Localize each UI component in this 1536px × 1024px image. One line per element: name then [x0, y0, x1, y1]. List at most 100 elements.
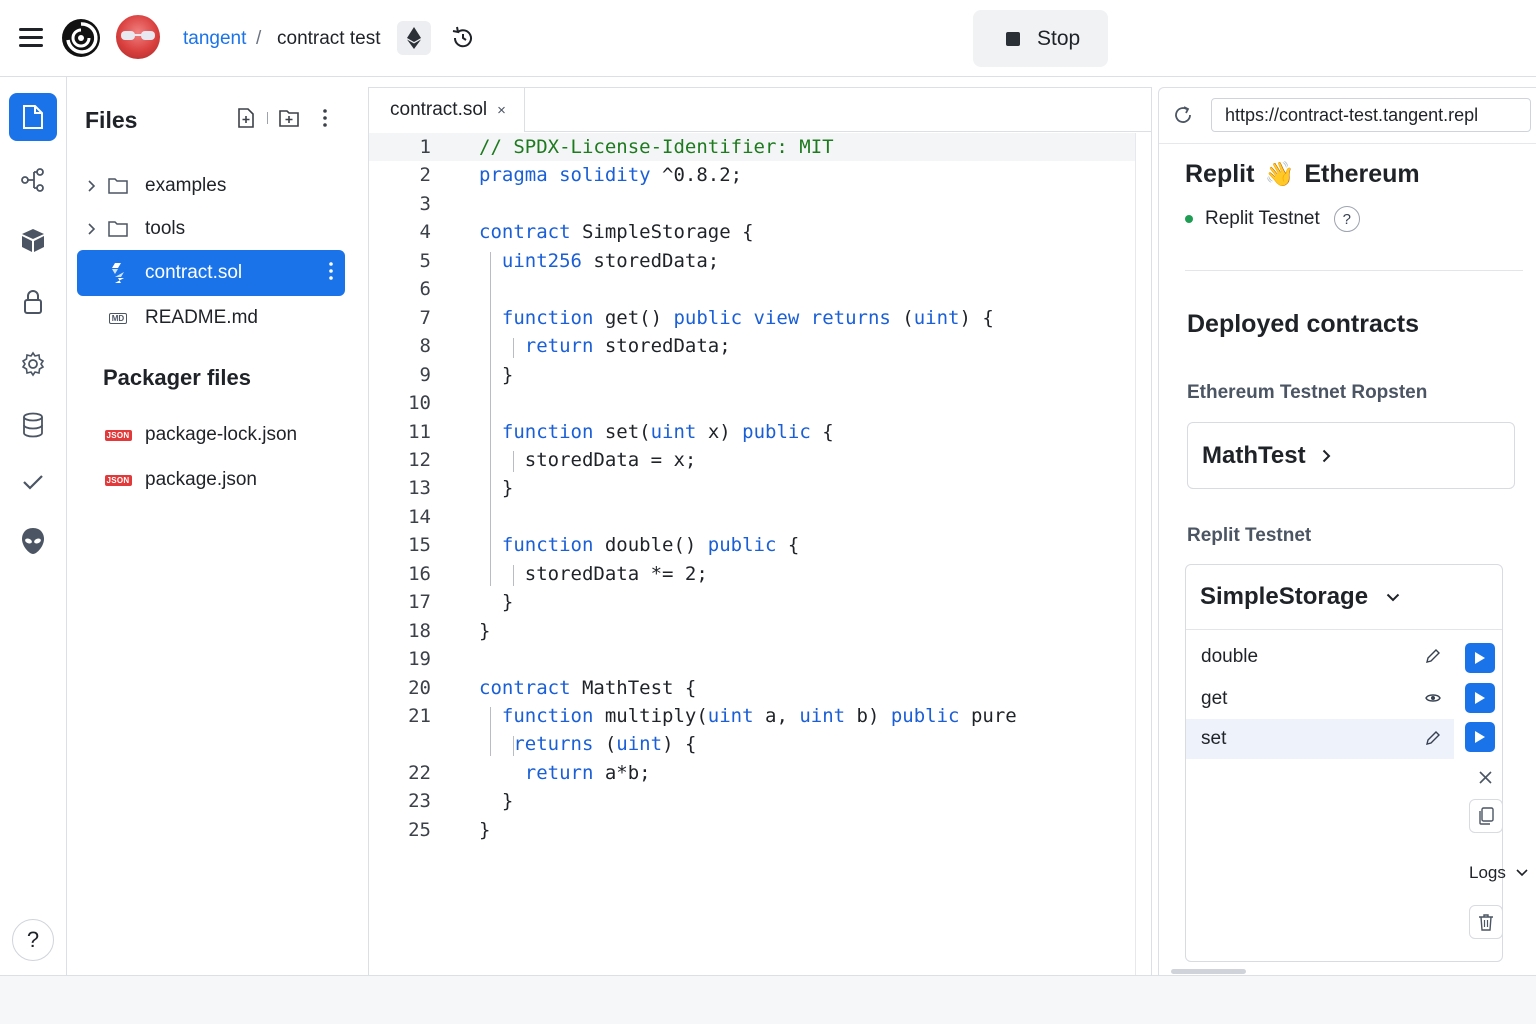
logs-toggle[interactable]: Logs	[1469, 863, 1528, 883]
code-line[interactable]: 10	[369, 389, 1135, 417]
tree-item-package-lock[interactable]: JSON package-lock.json	[77, 413, 345, 457]
run-double-button[interactable]	[1465, 643, 1495, 673]
code-line[interactable]: 7 function get() public view returns (ui…	[369, 304, 1135, 332]
close-icon[interactable]: ×	[497, 102, 506, 119]
tree-item-package-json[interactable]: JSON package.json	[77, 458, 345, 502]
code-line[interactable]: 6	[369, 275, 1135, 303]
rail-git-button[interactable]	[9, 156, 57, 204]
code-line[interactable]: 9 }	[369, 361, 1135, 389]
help-button[interactable]: ?	[12, 919, 54, 961]
pencil-icon[interactable]	[1425, 730, 1441, 746]
code-line[interactable]: 15 function double() public {	[369, 531, 1135, 559]
breadcrumb-project[interactable]: contract test	[277, 28, 381, 50]
chevron-right-icon	[1322, 449, 1330, 462]
tab-contract-sol[interactable]: contract.sol ×	[369, 88, 525, 132]
code-line[interactable]: 18}	[369, 617, 1135, 645]
pencil-icon[interactable]	[1425, 648, 1441, 664]
code-line[interactable]: 11 function set(uint x) public {	[369, 418, 1135, 446]
tree-item-contract-sol[interactable]: contract.sol	[77, 250, 345, 296]
new-folder-icon	[279, 110, 299, 127]
code-line[interactable]: 13 }	[369, 474, 1135, 502]
breadcrumb-user-link[interactable]: tangent	[183, 28, 246, 50]
editor-scrollbar[interactable]	[1135, 133, 1136, 976]
stop-button[interactable]: Stop	[973, 10, 1108, 67]
copy-button[interactable]	[1469, 799, 1503, 833]
code-token: storedData;	[581, 249, 720, 272]
ethereum-panel: https://contract-test.tangent.repl Repli…	[1158, 87, 1536, 975]
line-number: 19	[408, 648, 431, 671]
contract-card-mathtest[interactable]: MathTest	[1187, 422, 1515, 489]
menu-icon[interactable]	[19, 28, 43, 48]
rail-database-button[interactable]	[9, 401, 57, 449]
url-bar[interactable]: https://contract-test.tangent.repl	[1211, 98, 1531, 132]
refresh-icon[interactable]	[1172, 104, 1194, 126]
code-token: contract	[479, 676, 571, 699]
clear-logs-button[interactable]	[1469, 905, 1503, 939]
rail-settings-button[interactable]	[9, 340, 57, 388]
files-more-button[interactable]	[314, 107, 336, 129]
play-icon	[1475, 692, 1485, 704]
new-file-button[interactable]	[235, 107, 257, 129]
function-row-get[interactable]: get	[1186, 679, 1454, 719]
code-line[interactable]: 2 pragma solidity ^0.8.2;	[369, 161, 1135, 189]
indent-guide	[513, 337, 515, 358]
indent-guide	[513, 565, 515, 586]
eye-icon[interactable]	[1425, 690, 1441, 706]
function-row-double[interactable]: double	[1186, 637, 1454, 677]
panel-divider	[1159, 143, 1536, 144]
help-icon[interactable]: ?	[1333, 206, 1360, 232]
code-line[interactable]: 3	[369, 190, 1135, 218]
code-token: SimpleStorage {	[570, 221, 754, 244]
horizontal-scrollbar[interactable]	[1171, 969, 1246, 974]
code-line[interactable]: 14	[369, 503, 1135, 531]
code-line[interactable]: 8 return storedData;	[369, 332, 1135, 360]
run-get-button[interactable]	[1465, 683, 1495, 713]
code-line[interactable]: 5 uint256 storedData;	[369, 247, 1135, 275]
tree-item-readme[interactable]: MD README.md	[77, 296, 345, 340]
indent-guide	[513, 735, 515, 757]
code-line[interactable]: 17 }	[369, 588, 1135, 616]
code-line[interactable]: 16 storedData *= 2;	[369, 560, 1135, 588]
contract-header[interactable]: SimpleStorage	[1186, 565, 1502, 630]
code-line[interactable]: 19	[369, 645, 1135, 673]
history-icon[interactable]	[450, 25, 476, 51]
code-text: return storedData;	[479, 332, 731, 360]
rail-alien-button[interactable]	[9, 517, 57, 565]
code-token: }	[479, 591, 514, 614]
deployed-contracts-title: Deployed contracts	[1187, 310, 1420, 338]
code-text: }	[479, 588, 513, 616]
code-line[interactable]: 20 contract MathTest {	[369, 674, 1135, 702]
tree-item-tools[interactable]: tools	[77, 207, 345, 251]
actions-divider	[267, 112, 268, 124]
code-token: set(	[593, 420, 651, 443]
code-editor: contract.sol × 1 // SPDX-License-Identifi…	[368, 87, 1152, 976]
run-set-button[interactable]	[1465, 722, 1495, 752]
tree-item-examples[interactable]: examples	[77, 164, 345, 208]
kebab-icon[interactable]	[329, 262, 333, 280]
close-icon[interactable]	[1479, 771, 1492, 784]
code-text: }	[479, 816, 490, 844]
function-row-set[interactable]: set	[1186, 719, 1454, 759]
code-token: }	[479, 363, 514, 386]
replit-logo-icon[interactable]	[60, 17, 102, 59]
code-line[interactable]: 23 }	[369, 787, 1135, 815]
line-number: 9	[419, 363, 431, 386]
code-line[interactable]: returns (uint) {	[369, 730, 1135, 758]
ethereum-button[interactable]	[397, 21, 431, 55]
avatar[interactable]	[116, 15, 160, 59]
rail-tests-button[interactable]	[9, 458, 57, 506]
code-line[interactable]: 25}	[369, 816, 1135, 844]
code-line[interactable]: 22 return a*b;	[369, 759, 1135, 787]
git-icon	[21, 168, 44, 192]
rail-packages-button[interactable]	[9, 216, 57, 264]
new-folder-button[interactable]	[278, 107, 300, 129]
code-line[interactable]: 4 contract SimpleStorage {	[369, 218, 1135, 246]
code-line[interactable]: 1 // SPDX-License-Identifier: MIT	[369, 133, 1135, 161]
code-token: ) {	[959, 306, 994, 329]
indent-guide	[490, 707, 492, 757]
code-token: public view returns	[673, 306, 891, 329]
rail-files-button[interactable]	[9, 93, 57, 141]
code-line[interactable]: 12 storedData = x;	[369, 446, 1135, 474]
code-line[interactable]: 21 function multiply(uint a, uint b) pub…	[369, 702, 1135, 730]
rail-secrets-button[interactable]	[9, 278, 57, 326]
